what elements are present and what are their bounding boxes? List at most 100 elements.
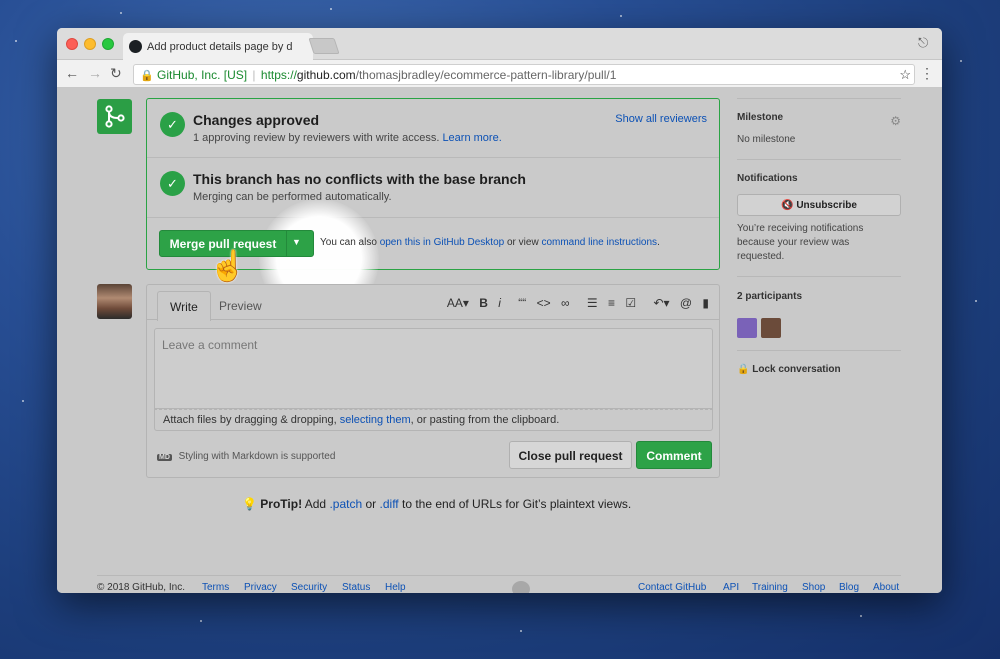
mention-icon[interactable]: @ (680, 296, 692, 310)
footer-link-training[interactable]: Training (752, 582, 788, 593)
merge-icon (97, 99, 132, 134)
notifications-text: You’re receiving notifications because y… (737, 223, 864, 262)
url-path: /thomasjbradley/ecommerce-pattern-librar… (355, 68, 617, 82)
command-line-link[interactable]: command line instructions (541, 237, 657, 248)
conflicts-row: ✓ This branch has no conflicts with the … (147, 158, 719, 218)
participant-avatar[interactable] (761, 318, 781, 338)
conflicts-subtitle: Merging can be performed automatically. (193, 191, 392, 203)
approved-check-icon: ✓ (160, 112, 185, 137)
diff-link[interactable]: .diff (380, 497, 399, 511)
background-star (15, 40, 17, 42)
background-star (975, 300, 977, 302)
github-desktop-link[interactable]: open this in GitHub Desktop (380, 237, 505, 248)
browser-menu-icon[interactable]: ⋮ (920, 65, 934, 82)
back-icon[interactable]: ← (65, 65, 79, 81)
secure-label: GitHub, Inc. [US] (157, 68, 248, 82)
footer-divider (97, 575, 901, 576)
link-icon[interactable]: ∞ (561, 296, 570, 310)
reload-icon[interactable]: ↻ (110, 65, 122, 82)
title-bar: Add product details page by d ⎋ (57, 28, 942, 60)
footer-link-about[interactable]: About (873, 582, 899, 593)
markdown-note[interactable]: MD Styling with Markdown is supported (157, 451, 335, 462)
sidebar-divider (737, 159, 901, 160)
tab-write[interactable]: Write (157, 291, 211, 321)
reply-icon[interactable]: ↶▾ (653, 296, 669, 310)
url-host: github.com (296, 68, 356, 82)
participant-avatar[interactable] (737, 318, 757, 338)
url-separator: | (252, 68, 256, 82)
quote-icon[interactable]: ““ (518, 296, 526, 310)
footer-link-status[interactable]: Status (342, 582, 370, 593)
footer-link-shop[interactable]: Shop (802, 582, 825, 593)
close-window-button[interactable] (66, 38, 78, 50)
markdown-icon: MD (157, 454, 172, 461)
footer-link-privacy[interactable]: Privacy (244, 582, 277, 593)
lock-icon: 🔒 (140, 70, 154, 82)
comment-tabs: Write Preview AA▾ B i ““ <> ∞ ☰ ≡ ☑ ↶▾ @… (147, 285, 719, 321)
text-size-icon[interactable]: AA▾ (447, 296, 469, 310)
milestone-value: No milestone (737, 134, 796, 145)
new-tab-button[interactable] (308, 38, 340, 54)
merge-button-divider (286, 231, 287, 256)
no-conflicts-check-icon: ✓ (160, 171, 185, 196)
code-icon[interactable]: <> (537, 296, 551, 310)
show-all-reviewers-link[interactable]: Show all reviewers (615, 113, 707, 125)
bold-icon[interactable]: B (479, 296, 488, 310)
merge-alternatives-text: You can also open this in GitHub Desktop… (320, 237, 660, 248)
approved-title: Changes approved (193, 112, 320, 128)
patch-link[interactable]: .patch (329, 497, 362, 511)
hand-pointer-icon: ☝ (209, 250, 247, 283)
bookmark-star-icon[interactable]: ☆ (899, 67, 911, 83)
footer-link-contact[interactable]: Contact GitHub (638, 582, 706, 593)
lock-icon: 🔒 (737, 364, 750, 375)
italic-icon[interactable]: i (498, 296, 501, 310)
task-list-icon[interactable]: ☑ (625, 296, 636, 310)
merge-options-dropdown-icon[interactable]: ▼ (292, 237, 301, 247)
footer-link-blog[interactable]: Blog (839, 582, 859, 593)
sidebar-divider (737, 98, 901, 99)
also-period: . (657, 237, 660, 248)
numbered-list-icon[interactable]: ≡ (608, 296, 615, 310)
bookmark-icon[interactable]: ▮ (702, 296, 709, 310)
attach-files-area[interactable]: Attach files by dragging & dropping, sel… (154, 409, 713, 431)
footer-link-api[interactable]: API (723, 582, 739, 593)
background-star (330, 8, 332, 10)
footer-link-help[interactable]: Help (385, 582, 406, 593)
zoom-window-button[interactable] (102, 38, 114, 50)
github-logo-icon[interactable] (512, 581, 530, 593)
unsubscribe-button[interactable]: 🔇 Unsubscribe (737, 194, 901, 216)
comment-textarea[interactable]: Leave a comment (154, 328, 713, 409)
attach-suffix: , or pasting from the clipboard. (410, 414, 560, 426)
profile-icon[interactable]: ⎋ (918, 35, 934, 51)
comment-placeholder: Leave a comment (162, 338, 258, 352)
milestone-gear-icon[interactable]: ⚙ (890, 114, 901, 128)
avatar[interactable] (97, 284, 132, 319)
or-view-text: or view (506, 237, 539, 248)
address-bar[interactable]: 🔒 GitHub, Inc. [US] | https://github.com… (133, 64, 915, 85)
merge-status-box: ✓ Changes approved 1 approving review by… (146, 98, 720, 319)
browser-tab[interactable]: Add product details page by d (123, 33, 313, 60)
minimize-window-button[interactable] (84, 38, 96, 50)
conflicts-title: This branch has no conflicts with the ba… (193, 171, 526, 187)
protip-text-1: Add (304, 497, 327, 511)
background-star (620, 15, 622, 17)
milestone-heading: Milestone (737, 112, 784, 123)
select-files-link[interactable]: selecting them (340, 414, 411, 426)
learn-more-link[interactable]: Learn more. (442, 132, 501, 144)
tab-preview[interactable]: Preview (207, 291, 274, 321)
sidebar-divider (737, 350, 901, 351)
notifications-heading: Notifications (737, 173, 798, 184)
url-scheme: https:// (260, 68, 297, 82)
participants-heading: 2 participants (737, 291, 803, 302)
approval-row: ✓ Changes approved 1 approving review by… (147, 99, 719, 158)
lock-conversation-link[interactable]: 🔒 Lock conversation (737, 364, 841, 375)
footer-link-terms[interactable]: Terms (202, 582, 229, 593)
forward-icon[interactable]: → (88, 65, 102, 81)
mute-icon: 🔇 (781, 200, 794, 211)
lightbulb-icon: 💡 (242, 497, 257, 511)
footer-link-security[interactable]: Security (291, 582, 327, 593)
protip-text-2: to the end of URLs for Git’s plaintext v… (401, 497, 632, 511)
bulleted-list-icon[interactable]: ☰ (587, 296, 598, 310)
close-pull-request-button[interactable]: Close pull request (509, 441, 632, 469)
comment-button[interactable]: Comment (636, 441, 712, 469)
